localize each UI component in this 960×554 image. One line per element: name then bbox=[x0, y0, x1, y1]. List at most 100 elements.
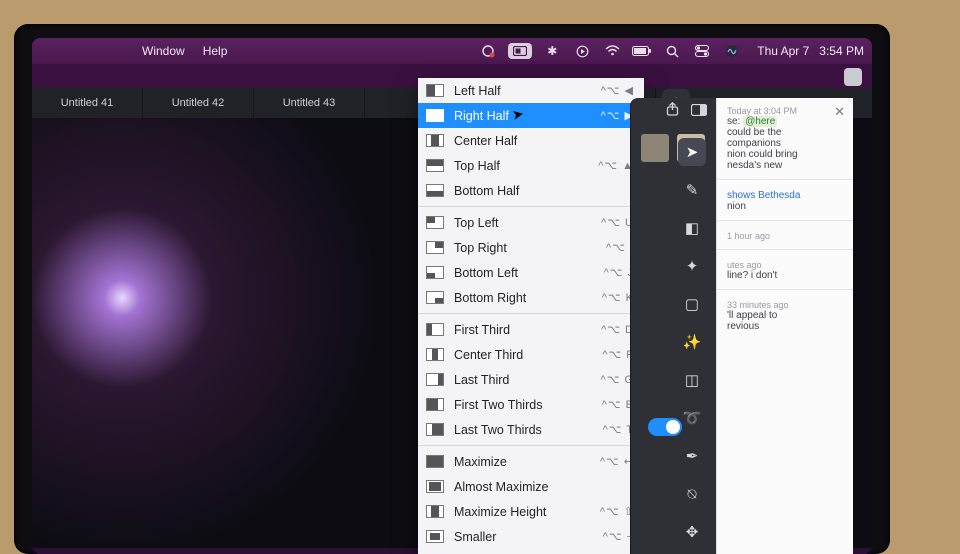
menu-item-almost-maximize[interactable]: Almost Maximize bbox=[418, 474, 644, 499]
close-icon[interactable]: ✕ bbox=[834, 104, 845, 120]
mention[interactable]: @here bbox=[743, 116, 777, 127]
message-time: utes ago bbox=[727, 260, 843, 270]
battery-icon[interactable] bbox=[632, 46, 652, 57]
crop-tool[interactable]: ◫ bbox=[678, 366, 706, 394]
window-layout-icon bbox=[426, 530, 444, 543]
menu-item-center-half[interactable]: Center Half bbox=[418, 128, 644, 153]
brush-tool[interactable]: ✎ bbox=[678, 176, 706, 204]
message-item[interactable]: utes ago line? i don't bbox=[717, 252, 853, 287]
move-tool[interactable]: ✥ bbox=[678, 518, 706, 546]
pen-tool[interactable]: ✒ bbox=[678, 442, 706, 470]
menu-item-label: Last Third bbox=[454, 373, 601, 387]
message-text: nion bbox=[727, 201, 843, 212]
window-layout-icon bbox=[426, 398, 444, 411]
eyedropper-tool[interactable]: ⍉ bbox=[678, 480, 706, 508]
menu-item-label: Right Half bbox=[454, 109, 601, 123]
menu-item-last-third[interactable]: Last Third^⌥ G bbox=[418, 367, 644, 392]
menu-separator bbox=[418, 206, 644, 207]
share-icon[interactable] bbox=[666, 102, 679, 120]
message-item[interactable]: shows Bethesda nion bbox=[717, 182, 853, 218]
sidebar-panel-icon[interactable] bbox=[691, 104, 707, 119]
marquee-tool[interactable]: ▢ bbox=[678, 290, 706, 318]
menu-item-label: Almost Maximize bbox=[454, 480, 634, 494]
menu-item-shortcut: ^⌥ ↩ bbox=[600, 455, 634, 468]
statusbar-app-icon[interactable] bbox=[478, 44, 498, 58]
menubar-date[interactable]: Thu Apr 7 bbox=[757, 44, 809, 58]
menu-item-top-right[interactable]: Top Right^⌥ I bbox=[418, 235, 644, 260]
message-link[interactable]: shows Bethesda bbox=[727, 190, 800, 201]
menu-item-label: Last Two Thirds bbox=[454, 423, 603, 437]
menu-help[interactable]: Help bbox=[203, 44, 228, 58]
tab-1[interactable]: Untitled 41 bbox=[32, 88, 143, 118]
wifi-icon[interactable] bbox=[602, 45, 622, 57]
tab-3[interactable]: Untitled 43 bbox=[254, 88, 365, 118]
menu-item-label: Smaller bbox=[454, 530, 603, 544]
window-layout-icon bbox=[426, 505, 444, 518]
lasso-tool[interactable]: ➰ bbox=[678, 404, 706, 432]
menu-item-bottom-half[interactable]: Bottom Half bbox=[418, 178, 644, 203]
cursor-icon: ➤ bbox=[511, 105, 526, 124]
tool-strip: ➤ ✎ ◧ ✦ ▢ ✨ ◫ ➰ ✒ ⍉ ✥ bbox=[672, 138, 712, 546]
message-text: line? i don't bbox=[727, 270, 843, 281]
menu-item-label: Center Third bbox=[454, 348, 602, 362]
menu-item-bottom-right[interactable]: Bottom Right^⌥ K bbox=[418, 285, 644, 310]
control-center-icon[interactable] bbox=[692, 45, 712, 57]
message-item[interactable]: Today at 3:04 PM se: @here could be the … bbox=[717, 98, 853, 177]
window-layout-icon bbox=[426, 109, 444, 122]
menu-item-right-half[interactable]: Right Half^⌥ ▶ bbox=[418, 103, 644, 128]
message-text: se: bbox=[727, 116, 743, 127]
menu-item-smaller[interactable]: Smaller^⌥ − bbox=[418, 524, 644, 549]
message-item[interactable]: 33 minutes ago 'll appeal to revious bbox=[717, 292, 853, 338]
window-layout-icon bbox=[426, 159, 444, 172]
menu-item-bottom-left[interactable]: Bottom Left^⌥ J bbox=[418, 260, 644, 285]
thumbnail[interactable] bbox=[641, 134, 669, 162]
spotlight-icon[interactable] bbox=[662, 45, 682, 58]
laptop-bezel: Window Help ✱ Thu Apr 7 3:54 PM bbox=[14, 24, 890, 554]
bluetooth-icon[interactable]: ✱ bbox=[542, 44, 562, 58]
window-layout-icon bbox=[426, 84, 444, 97]
menu-item-label: Maximize Height bbox=[454, 505, 600, 519]
menubar: Window Help ✱ Thu Apr 7 3:54 PM bbox=[32, 38, 872, 64]
window-layout-icon bbox=[426, 216, 444, 229]
menu-item-label: Top Half bbox=[454, 159, 598, 173]
sparkle-tool[interactable]: ✦ bbox=[678, 252, 706, 280]
message-text: companions bbox=[727, 138, 843, 149]
menu-item-label: Maximize bbox=[454, 455, 600, 469]
message-text: nion could bring bbox=[727, 149, 843, 160]
menu-separator bbox=[418, 445, 644, 446]
window-layout-icon bbox=[426, 348, 444, 361]
rectangle-menubar-icon[interactable] bbox=[508, 43, 532, 59]
message-text: revious bbox=[727, 321, 843, 332]
menu-item-maximize[interactable]: Maximize^⌥ ↩ bbox=[418, 449, 644, 474]
play-icon[interactable] bbox=[572, 45, 592, 58]
menu-item-last-two-thirds[interactable]: Last Two Thirds^⌥ T bbox=[418, 417, 644, 442]
siri-icon[interactable] bbox=[722, 44, 742, 58]
avatar[interactable] bbox=[844, 68, 862, 86]
menu-item-center-third[interactable]: Center Third^⌥ F bbox=[418, 342, 644, 367]
menu-item-first-two-thirds[interactable]: First Two Thirds^⌥ E bbox=[418, 392, 644, 417]
menu-item-maximize-height[interactable]: Maximize Height^⌥ ⇧ bbox=[418, 499, 644, 524]
tab-1-label: Untitled 41 bbox=[61, 97, 114, 109]
window-layout-icon bbox=[426, 266, 444, 279]
message-item[interactable]: 1 hour ago bbox=[717, 223, 853, 247]
pointer-tool[interactable]: ➤ bbox=[678, 138, 706, 166]
messages-panel: ✕ Today at 3:04 PM se: @here could be th… bbox=[716, 98, 853, 554]
shapes-tool[interactable]: ◧ bbox=[678, 214, 706, 242]
menu-item-label: Bottom Left bbox=[454, 266, 604, 280]
menubar-time[interactable]: 3:54 PM bbox=[819, 44, 864, 58]
tab-2[interactable]: Untitled 42 bbox=[143, 88, 254, 118]
menu-item-left-half[interactable]: Left Half^⌥ ◀ bbox=[418, 78, 644, 103]
menu-item-label: First Third bbox=[454, 323, 601, 337]
menu-window[interactable]: Window bbox=[142, 44, 185, 58]
menu-item-larger[interactable]: Larger^⌥ = bbox=[418, 549, 644, 554]
window-layout-icon bbox=[426, 423, 444, 436]
menu-item-shortcut: ^⌥ ⇧ bbox=[600, 505, 634, 518]
wand-tool[interactable]: ✨ bbox=[678, 328, 706, 356]
window-layout-icon bbox=[426, 184, 444, 197]
message-time: 33 minutes ago bbox=[727, 300, 843, 310]
menu-item-top-half[interactable]: Top Half^⌥ ▲ bbox=[418, 153, 644, 178]
menu-item-first-third[interactable]: First Third^⌥ D bbox=[418, 317, 644, 342]
message-text: nesda's new bbox=[727, 160, 843, 171]
menu-item-top-left[interactable]: Top Left^⌥ U bbox=[418, 210, 644, 235]
message-time: 1 hour ago bbox=[727, 231, 843, 241]
